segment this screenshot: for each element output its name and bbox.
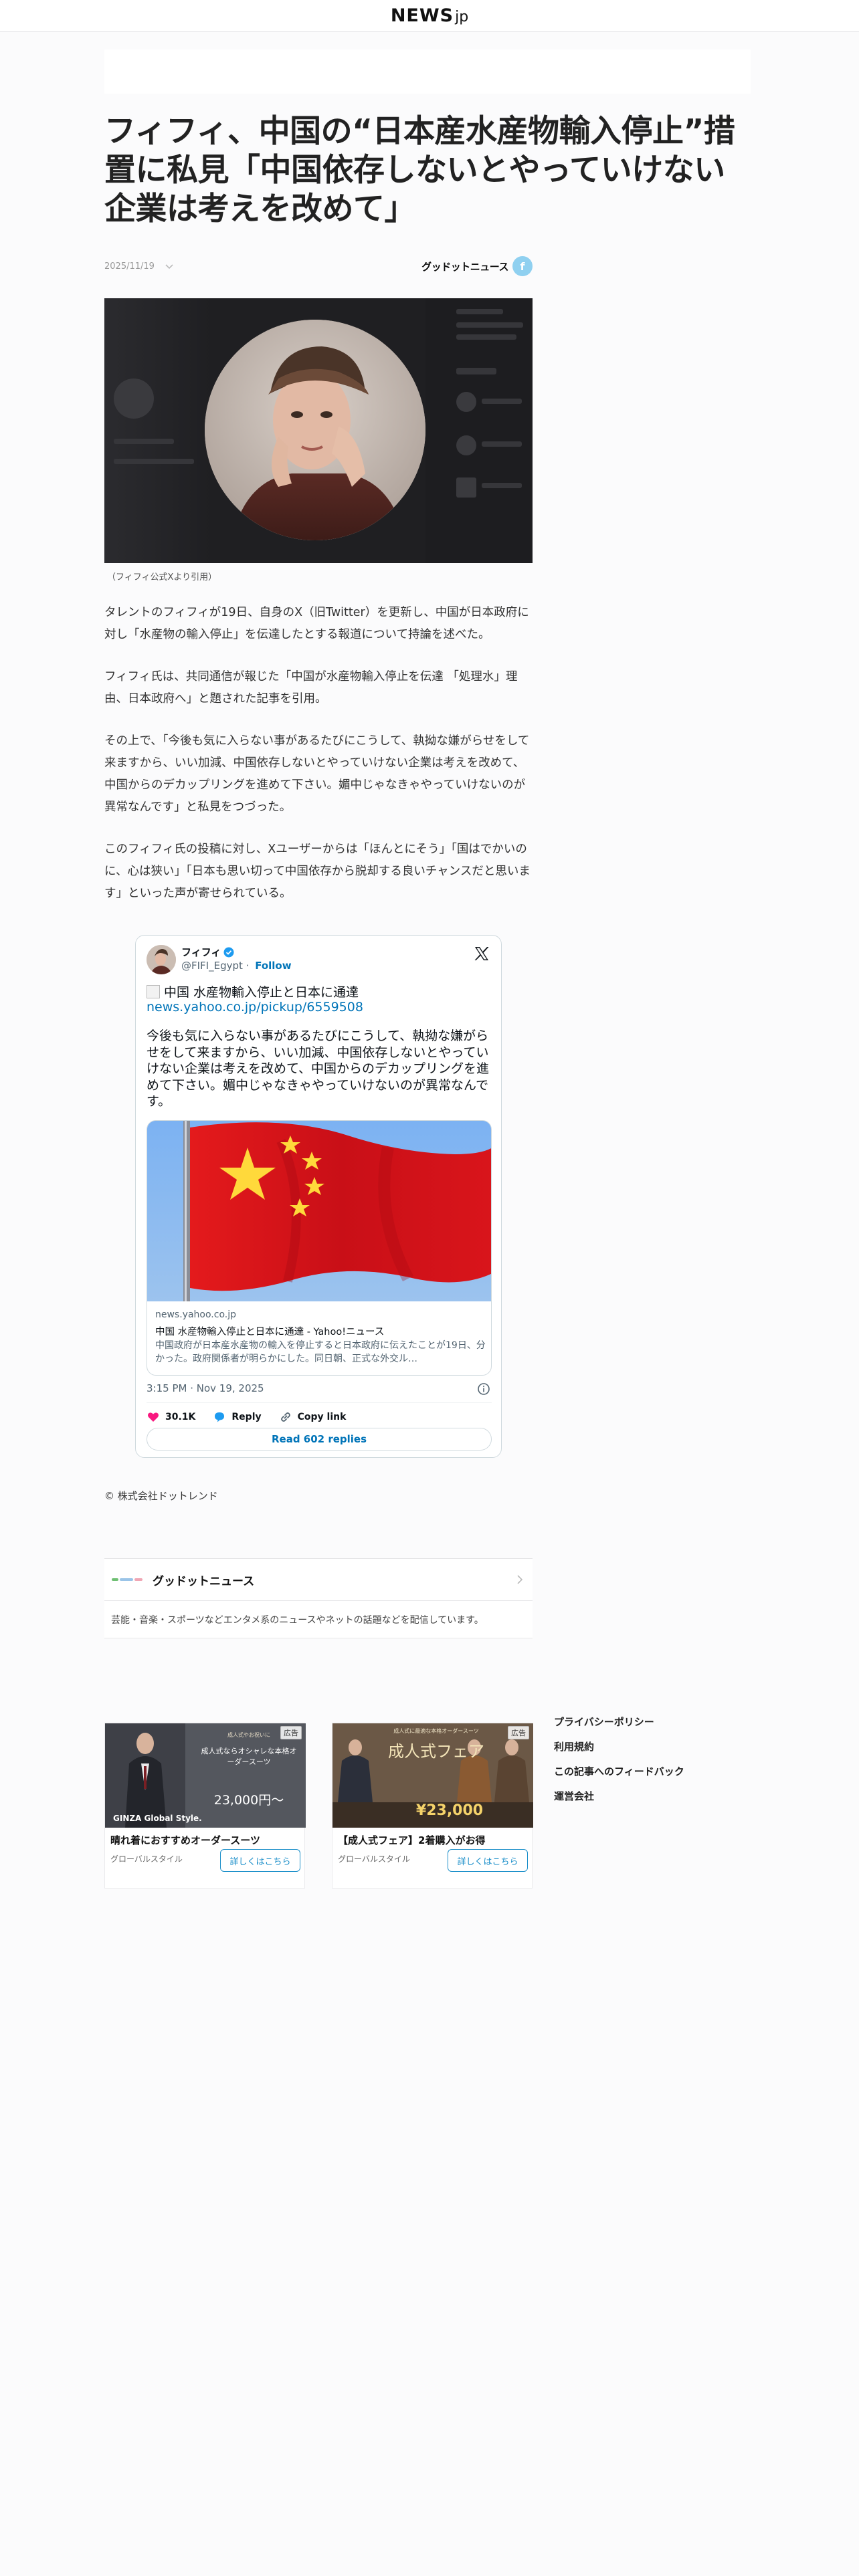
source-description: 芸能・音楽・スポーツなどエンタメ系のニュースやネットの話題などを配信しています。 bbox=[104, 1601, 533, 1638]
source-badge[interactable]: グッドットニュース f bbox=[421, 254, 533, 278]
ad-image-price: 23,000円〜 bbox=[213, 1793, 284, 1808]
ghost-avatar bbox=[456, 392, 476, 412]
ad-label: 広告 bbox=[280, 1726, 302, 1739]
copy-link-button[interactable]: Copy link bbox=[279, 1410, 347, 1424]
source-card[interactable]: グッドットニュース bbox=[104, 1558, 533, 1601]
footer-links: プライバシーポリシー 利用規約 この記事へのフィードバック 運営会社 bbox=[554, 1715, 684, 1814]
ad-image: 成人式に最適な本格オーダースーツ 成人式フェア ¥23,000 bbox=[332, 1723, 533, 1828]
ad-image-price: ¥23,000 bbox=[415, 1802, 484, 1819]
source-logo bbox=[111, 1573, 143, 1586]
ad-image-caption: 成人式に最適な本格オーダースーツ bbox=[393, 1728, 479, 1734]
ad-title[interactable]: 【成人式フェア】2着購入がお得 bbox=[338, 1833, 485, 1847]
site-header: NEWS jp bbox=[0, 0, 859, 32]
logo-sub-text: jp bbox=[455, 9, 469, 25]
x-logo-icon[interactable] bbox=[473, 945, 490, 962]
ad-cta-button[interactable]: 詳しくはこちら bbox=[448, 1849, 528, 1872]
ad-label: 広告 bbox=[508, 1726, 529, 1739]
article-meta: 2025/11/19 グッドットニュース f bbox=[104, 254, 533, 278]
source-name: グッドットニュース bbox=[153, 1574, 255, 1588]
copyright: © 株式会社ドットレンド bbox=[104, 1490, 218, 1502]
heart-icon bbox=[147, 1412, 159, 1422]
verified-badge-icon bbox=[223, 947, 234, 957]
article-date: 2025/11/19 bbox=[104, 261, 155, 272]
like-button[interactable]: 30.1K bbox=[147, 1410, 195, 1424]
source-badge-name: グッドットニュース bbox=[421, 260, 508, 273]
tweet-author[interactable]: フィフィ bbox=[181, 945, 234, 959]
ad-cta-button[interactable]: 詳しくはこちら bbox=[220, 1849, 300, 1872]
tweet-headline: 中国 水産物輸入停止と日本に通達 bbox=[147, 982, 359, 1000]
info-icon[interactable] bbox=[477, 1382, 490, 1396]
body-paragraph: タレントのフィフィが19日、自身のX（旧Twitter）を更新し、中国が日本政府… bbox=[104, 606, 529, 641]
ghost-avatar bbox=[456, 435, 476, 455]
ghost-text bbox=[114, 459, 194, 464]
ghost-avatar bbox=[456, 477, 476, 498]
link-icon bbox=[280, 1412, 290, 1422]
ghost-text bbox=[482, 399, 522, 404]
like-count: 30.1K bbox=[165, 1412, 196, 1422]
ghost-text bbox=[456, 368, 496, 374]
handle-separator: · bbox=[242, 960, 253, 972]
body-paragraph: その上で、「今後も気に入らない事があるたびにこうして、執拗な嫌がらせをして来ます… bbox=[104, 734, 530, 814]
tweet-handle-row: @FIFI_Egypt · Follow bbox=[181, 960, 292, 972]
ad-image: GINZA Global Style. 成人式やお祝いに 成人式ならオシャレな本… bbox=[105, 1723, 306, 1828]
tweet-link[interactable]: news.yahoo.co.jp/pickup/6559508 bbox=[147, 1000, 363, 1014]
follow-button[interactable]: Follow bbox=[255, 960, 291, 972]
ghost-text bbox=[482, 483, 522, 488]
ad-image-heading: 成人式フェア bbox=[388, 1742, 484, 1761]
china-flag-image bbox=[147, 1121, 491, 1301]
body-paragraph: フィフィ氏は、共同通信が報じた「中国が水産物輸入停止を伝達 「処理水」理由、日本… bbox=[104, 670, 518, 706]
background-blur-left bbox=[104, 298, 211, 563]
ad-title[interactable]: 晴れ着におすすめオーダースーツ bbox=[110, 1833, 260, 1847]
ghost-text bbox=[456, 334, 516, 340]
ad-advertiser: グローバルスタイル bbox=[110, 1854, 183, 1864]
ad-advertiser: グローバルスタイル bbox=[338, 1854, 410, 1864]
placeholder-glyph-icon bbox=[147, 984, 160, 998]
read-replies-button[interactable]: Read 602 replies bbox=[147, 1428, 492, 1451]
card-domain: news.yahoo.co.jp bbox=[155, 1309, 236, 1320]
ad-image-heading: 成人式ならオシャレな本格オーダースーツ bbox=[201, 1747, 297, 1766]
tweet-actions: 30.1K Reply Copy link bbox=[147, 1408, 363, 1426]
profile-portrait bbox=[205, 320, 425, 540]
ghost-text bbox=[114, 439, 174, 444]
tweet-divider bbox=[147, 1402, 492, 1403]
ad-card[interactable]: 成人式に最適な本格オーダースーツ 成人式フェア ¥23,000 広告 【成人式フ… bbox=[332, 1723, 533, 1889]
privacy-policy-link[interactable]: プライバシーポリシー bbox=[554, 1715, 684, 1739]
chevron-down-icon[interactable] bbox=[164, 261, 175, 272]
link-preview-card[interactable]: news.yahoo.co.jp 中国 水産物輸入停止と日本に通達 - Yaho… bbox=[147, 1120, 492, 1376]
tweet-author-name: フィフィ bbox=[181, 946, 221, 958]
tweet-timestamp[interactable]: 3:15 PM · Nov 19, 2025 bbox=[147, 1382, 264, 1394]
image-caption: （フィフィ公式Xより引用） bbox=[107, 572, 217, 582]
terms-of-use-link[interactable]: 利用規約 bbox=[554, 1739, 684, 1764]
article-title: フィフィ、中国の“日本産水産物輸入停止”措置に私見「中国依存しないとやっていけな… bbox=[104, 113, 735, 227]
tweet-handle[interactable]: @FIFI_Egypt bbox=[181, 960, 243, 972]
operating-company-link[interactable]: 運営会社 bbox=[554, 1789, 684, 1814]
article-feedback-link[interactable]: この記事へのフィードバック bbox=[554, 1764, 684, 1789]
ghost-text bbox=[456, 322, 523, 328]
body-paragraph: このフィフィ氏の投稿に対し、Xユーザーからは「ほんとにそう」「国はでかいのに、心… bbox=[104, 843, 531, 900]
ad-brand-text: GINZA Global Style. bbox=[113, 1814, 202, 1823]
tweet-text: 今後も気に入らない事があるたびにこうして、執拗な嫌がらせをして来ますから、いい加… bbox=[147, 1029, 490, 1109]
ad-placeholder-band bbox=[104, 49, 751, 94]
reply-label: Reply bbox=[231, 1412, 262, 1422]
background-blur-right bbox=[425, 298, 533, 563]
copy-link-label: Copy link bbox=[297, 1412, 347, 1422]
reply-bubble-icon bbox=[215, 1412, 225, 1422]
embedded-tweet[interactable]: フィフィ @FIFI_Egypt · Follow 中国 水産物輸入停止と日本に… bbox=[135, 935, 502, 1458]
card-description: 中国政府が日本産水産物の輸入を停止すると日本政府に伝えたことが19日、分かった。… bbox=[155, 1340, 486, 1364]
source-logo-mark bbox=[112, 1578, 142, 1581]
logo-main-text: NEWS bbox=[390, 5, 454, 26]
hero-image bbox=[104, 298, 533, 563]
ghost-avatar bbox=[114, 379, 154, 419]
chevron-right-icon[interactable] bbox=[514, 1574, 526, 1586]
ad-card[interactable]: GINZA Global Style. 成人式やお祝いに 成人式ならオシャレな本… bbox=[104, 1723, 306, 1889]
card-title: 中国 水産物輸入停止と日本に通達 - Yahoo!ニュース bbox=[155, 1327, 385, 1337]
site-logo[interactable]: NEWS jp bbox=[391, 5, 468, 26]
tweet-headline-text: 中国 水産物輸入停止と日本に通達 bbox=[164, 985, 359, 1000]
tweet-avatar[interactable] bbox=[147, 945, 176, 974]
follow-plus-icon[interactable]: f bbox=[512, 256, 533, 276]
ghost-text bbox=[482, 441, 522, 447]
ghost-text bbox=[456, 309, 503, 314]
reply-button[interactable]: Reply bbox=[213, 1410, 262, 1424]
